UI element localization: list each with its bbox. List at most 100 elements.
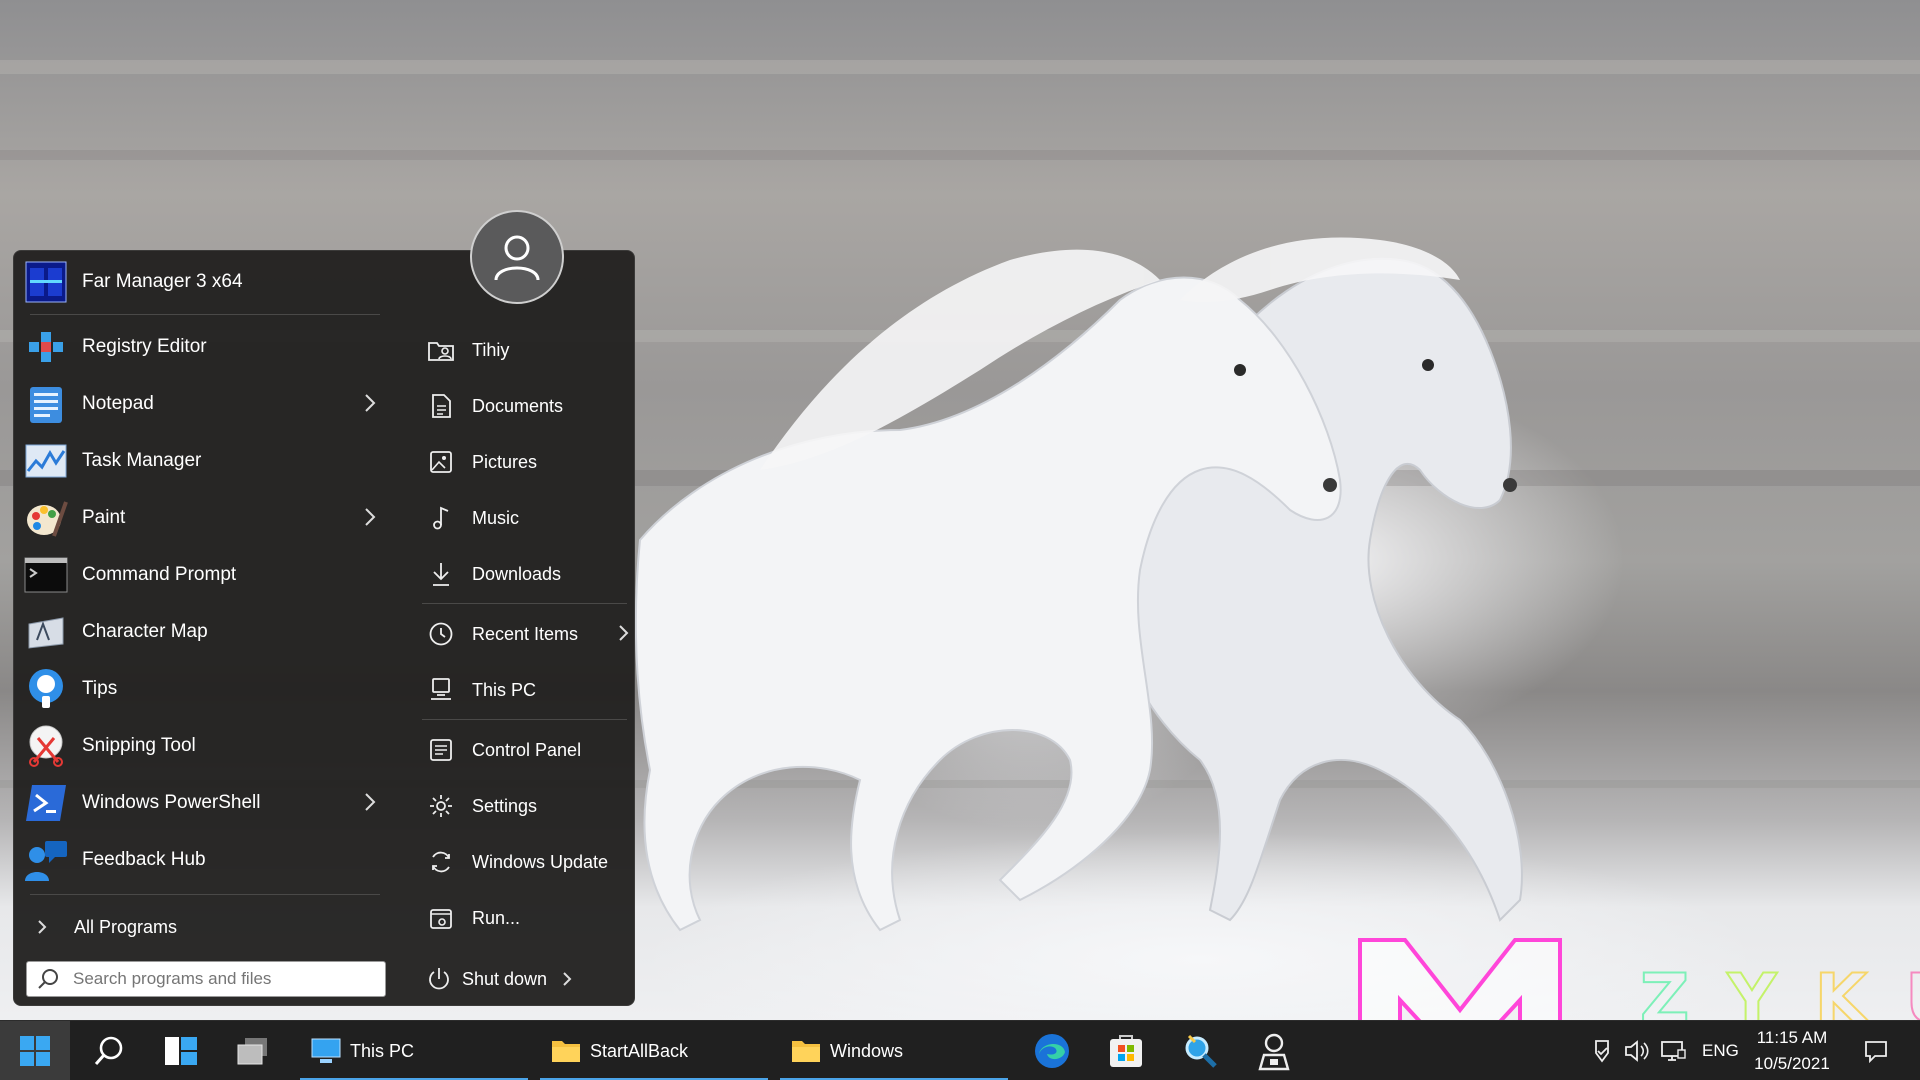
notifications-button[interactable] <box>1856 1021 1896 1080</box>
place-item-label: Run... <box>472 907 521 928</box>
pinned-programs-pane: Far Manager 3 x64 Registry Editor Notepa… <box>14 251 392 1005</box>
widgets-button[interactable] <box>152 1021 210 1080</box>
music-icon <box>424 501 458 535</box>
task-view-icon <box>237 1038 267 1065</box>
pinned-item-paint[interactable]: Paint <box>14 490 392 546</box>
taskbar-window-this-pc[interactable]: This PC <box>300 1021 528 1080</box>
divider <box>30 894 380 895</box>
chevron-right-icon[interactable] <box>561 970 573 988</box>
taskbar-window-startallback[interactable]: StartAllBack <box>540 1021 768 1080</box>
place-item-label: Windows Update <box>472 851 609 872</box>
paint-icon <box>22 494 70 542</box>
clock-date: 10/5/2021 <box>1754 1054 1830 1073</box>
pinned-item-command-prompt[interactable]: Command Prompt <box>14 547 392 603</box>
user-icon <box>494 235 540 281</box>
place-item-this-pc[interactable]: This PC <box>404 665 636 715</box>
settings-icon <box>424 789 458 823</box>
pinned-item-label: Registry Editor <box>82 336 207 357</box>
this-pc-icon <box>311 1038 341 1063</box>
pinned-item-label: Snipping Tool <box>82 735 196 756</box>
edge-icon <box>1035 1034 1069 1068</box>
place-item-documents[interactable]: Documents <box>404 381 636 431</box>
taskbar-window-label: Windows <box>830 1040 904 1061</box>
pinned-item-notepad[interactable]: Notepad <box>14 376 392 432</box>
folder-icon <box>792 1041 820 1062</box>
volume-icon[interactable] <box>1622 1037 1652 1065</box>
search-icon <box>38 969 58 989</box>
place-item-label: Pictures <box>472 451 538 472</box>
all-programs-label: All Programs <box>74 916 178 937</box>
search-input[interactable] <box>73 969 363 989</box>
task-manager-icon <box>22 437 70 485</box>
pinned-item-label: Feedback Hub <box>82 849 206 870</box>
pinned-item-character-map[interactable]: Character Map <box>14 604 392 660</box>
pinned-item-label: Command Prompt <box>82 564 237 585</box>
pinned-item-registry-editor[interactable]: Registry Editor <box>14 319 392 375</box>
place-item-recent-items[interactable]: Recent Items <box>404 609 636 659</box>
windows-logo-icon <box>20 1036 50 1066</box>
downloads-icon <box>424 557 458 591</box>
pinned-item-label: Windows PowerShell <box>82 792 261 813</box>
place-item-control-panel[interactable]: Control Panel <box>404 725 636 775</box>
taskbar-window-windows[interactable]: Windows <box>780 1021 1008 1080</box>
places-pane: Tihiy Documents Pictures Music Downloads <box>404 251 634 1005</box>
taskbar-app-store[interactable] <box>1096 1021 1156 1080</box>
search-icon <box>94 1036 123 1065</box>
powershell-icon <box>22 779 70 827</box>
pinned-item-windows-powershell[interactable]: Windows PowerShell <box>14 775 392 831</box>
search-button[interactable] <box>80 1021 138 1080</box>
chevron-right-icon[interactable] <box>360 504 380 530</box>
clock[interactable]: 11:15 AM 10/5/2021 <box>1742 1025 1842 1077</box>
user-avatar[interactable] <box>470 210 564 304</box>
pinned-item-label: Paint <box>82 507 126 528</box>
divider <box>30 314 380 315</box>
this-pc-icon <box>424 673 458 707</box>
shutdown-label: Shut down <box>462 968 548 989</box>
pinned-item-feedback-hub[interactable]: Feedback Hub <box>14 832 392 888</box>
divider <box>422 719 627 720</box>
all-programs-button[interactable]: All Programs <box>14 905 392 949</box>
place-item-label: Recent Items <box>472 623 579 644</box>
chevron-right-icon <box>38 920 47 934</box>
start-button[interactable] <box>0 1021 70 1080</box>
chevron-right-icon[interactable] <box>616 622 630 644</box>
chevron-right-icon[interactable] <box>360 390 380 416</box>
taskbar-app-edge[interactable] <box>1022 1021 1082 1080</box>
place-item-label: This PC <box>472 679 537 700</box>
taskbar: This PC StartAllBack Windows ENG 11:15 A… <box>0 1020 1920 1080</box>
place-item-run[interactable]: Run... <box>404 893 636 943</box>
place-item-music[interactable]: Music <box>404 493 636 543</box>
character-map-icon <box>22 608 70 656</box>
shutdown-button[interactable]: Shut down <box>412 957 602 1001</box>
feedback-hub-icon <box>22 836 70 884</box>
run-icon <box>424 901 458 935</box>
place-item-user-folder[interactable]: Tihiy <box>404 325 636 375</box>
place-item-label: Tihiy <box>472 339 510 360</box>
security-icon[interactable] <box>1588 1037 1616 1065</box>
place-item-windows-update[interactable]: Windows Update <box>404 837 636 887</box>
pinned-item-snipping-tool[interactable]: Snipping Tool <box>14 718 392 774</box>
place-item-label: Music <box>472 507 520 528</box>
notification-icon <box>1865 1041 1887 1064</box>
magnifier-app-icon <box>1185 1034 1217 1068</box>
search-box[interactable] <box>26 961 386 997</box>
task-view-button[interactable] <box>224 1021 282 1080</box>
place-item-downloads[interactable]: Downloads <box>404 549 636 599</box>
command-prompt-icon <box>22 551 70 599</box>
pinned-item-label: Tips <box>82 678 118 699</box>
pinned-item-tips[interactable]: Tips <box>14 661 392 717</box>
language-indicator[interactable]: ENG <box>1702 1041 1739 1061</box>
documents-icon <box>424 389 458 423</box>
taskbar-app-agent[interactable] <box>1244 1021 1304 1080</box>
place-item-label: Control Panel <box>472 739 582 760</box>
recent-items-icon <box>424 617 458 651</box>
place-item-label: Settings <box>472 795 538 816</box>
network-icon[interactable] <box>1658 1037 1688 1065</box>
pinned-item-far-manager[interactable]: Far Manager 3 x64 <box>14 255 392 309</box>
pinned-item-task-manager[interactable]: Task Manager <box>14 433 392 489</box>
place-item-pictures[interactable]: Pictures <box>404 437 636 487</box>
user-folder-icon <box>424 333 458 367</box>
place-item-settings[interactable]: Settings <box>404 781 636 831</box>
taskbar-app-magnifier[interactable] <box>1170 1021 1230 1080</box>
chevron-right-icon[interactable] <box>360 789 380 815</box>
